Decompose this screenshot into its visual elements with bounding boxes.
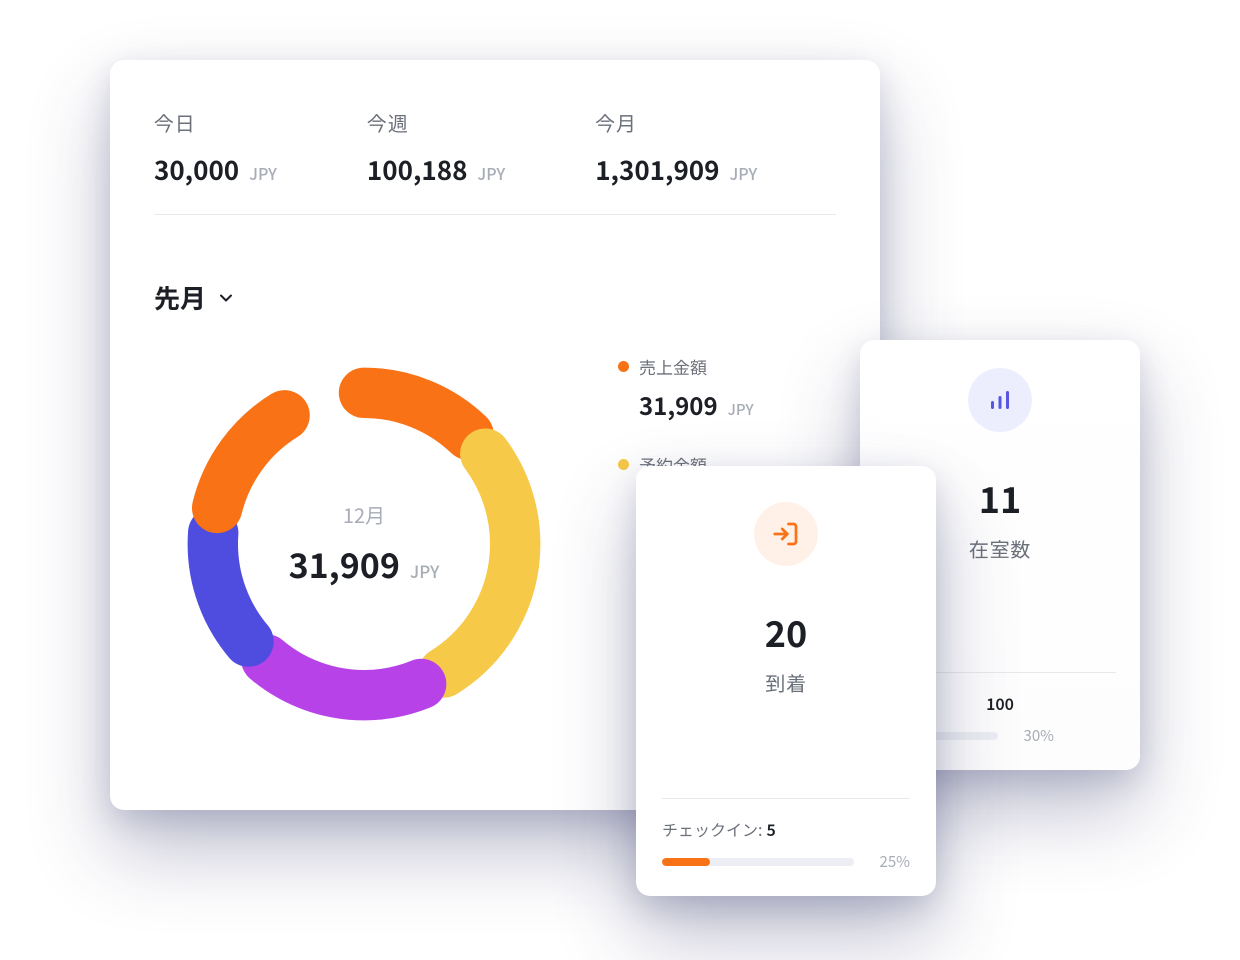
summary-currency: JPY (477, 161, 505, 185)
arrival-sub-row: チェックイン: 5 (662, 817, 910, 841)
legend-amount: 31,909 (639, 387, 718, 422)
summary-amount: 30,000 (154, 151, 239, 188)
arrival-sub-value: 5 (766, 817, 775, 841)
period-dropdown-label: 先月 (154, 279, 206, 316)
summary-today: 今日 30,000 JPY (154, 108, 277, 188)
summary-value: 30,000 JPY (154, 151, 277, 188)
period-dropdown[interactable]: 先月 (154, 279, 236, 316)
legend-item-sales: 売上金額 31,909 JPY (618, 354, 790, 422)
legend-dot-icon (618, 459, 629, 470)
summary-label: 今週 (367, 108, 505, 137)
summary-amount: 100,188 (367, 151, 468, 188)
occupancy-number: 11 (979, 472, 1021, 524)
summary-currency: JPY (249, 161, 277, 185)
summary-week: 今週 100,188 JPY (367, 108, 505, 188)
summary-value: 1,301,909 JPY (595, 151, 757, 188)
arrival-number: 20 (765, 606, 807, 658)
donut-amount: 31,909 (289, 539, 400, 588)
summary-currency: JPY (729, 161, 757, 185)
summary-amount: 1,301,909 (595, 151, 719, 188)
summary-row: 今日 30,000 JPY 今週 100,188 JPY 今月 1,301,90… (154, 108, 836, 215)
summary-month: 今月 1,301,909 JPY (595, 108, 757, 188)
summary-label: 今月 (595, 108, 757, 137)
chevron-down-icon (216, 279, 236, 316)
arrival-progress: 25% (662, 851, 910, 872)
summary-label: 今日 (154, 108, 277, 137)
occupancy-sub-value: 100 (986, 691, 1014, 715)
donut-month-label: 12月 (343, 500, 385, 529)
arrival-card: 20 到着 チェックイン: 5 25% (636, 466, 936, 896)
occupancy-pct: 30% (1010, 725, 1054, 746)
donut-center-value: 31,909 JPY (289, 539, 440, 588)
legend-name: 売上金額 (639, 354, 707, 379)
bars-icon (968, 368, 1032, 432)
legend-currency: JPY (728, 399, 754, 420)
donut-currency: JPY (410, 558, 440, 583)
revenue-donut-chart: 12月 31,909 JPY (154, 334, 574, 754)
arrival-label: 到着 (765, 668, 807, 697)
legend-value: 31,909 JPY (618, 387, 790, 422)
legend-dot-icon (618, 361, 629, 372)
checkin-icon (754, 502, 818, 566)
arrival-sub-label: チェックイン: (662, 817, 762, 841)
occupancy-label: 在室数 (969, 534, 1031, 563)
arrival-pct: 25% (866, 851, 910, 872)
summary-value: 100,188 JPY (367, 151, 505, 188)
